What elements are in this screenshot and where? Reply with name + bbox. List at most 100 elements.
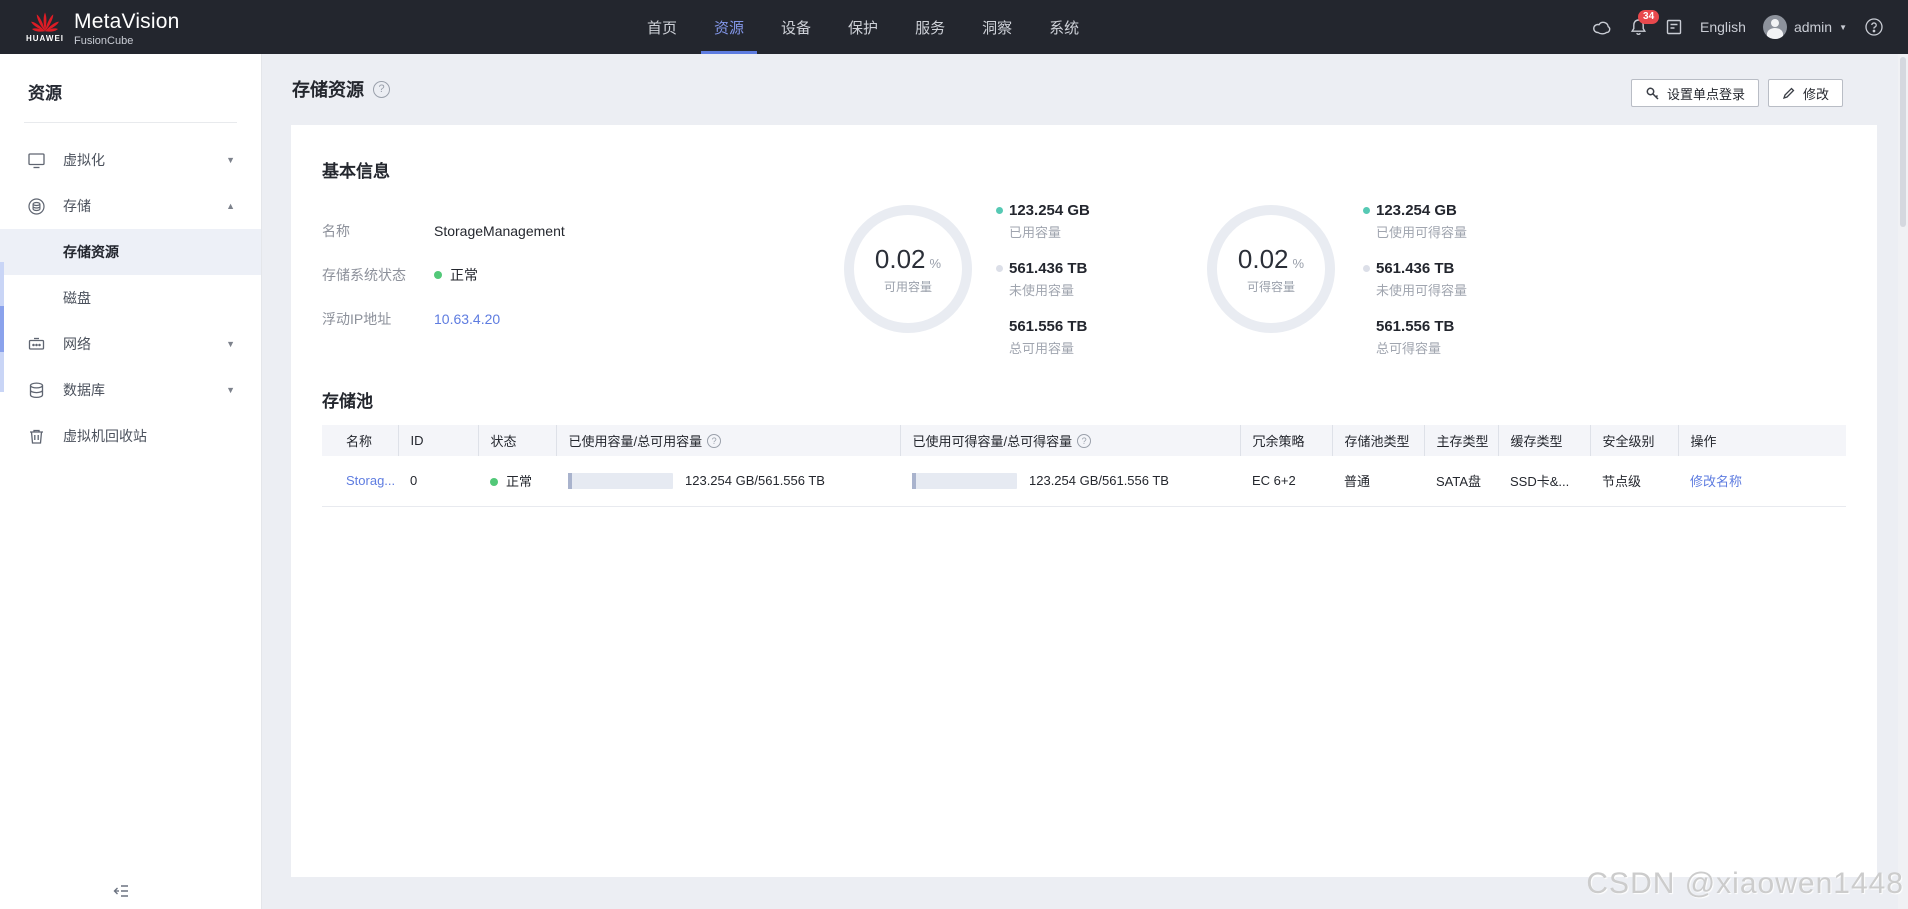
cache-type-cell: SSD卡&...: [1498, 456, 1590, 507]
pool-name-link[interactable]: Storag...: [346, 473, 395, 488]
legend-label: 未使用容量: [1009, 283, 1075, 298]
nav-insight[interactable]: 洞察: [980, 0, 1014, 54]
usable-capacity-cell: 123.254 GB/561.556 TB: [900, 456, 1240, 507]
sidebar-item-virtualization[interactable]: 虚拟化 ▼: [0, 137, 261, 183]
legend-item-total: 561.556 TB 总可用容量: [996, 317, 1090, 358]
legend-value: 561.436 TB: [1009, 260, 1088, 277]
sidebar-item-vm-recycle-bin[interactable]: 虚拟机回收站: [0, 413, 261, 459]
key-icon: [1646, 87, 1659, 100]
col-pool-type[interactable]: 存储池类型: [1331, 425, 1424, 456]
used-dot-icon: [996, 207, 1003, 214]
usable-capacity-progressbar: [912, 472, 1017, 489]
huawei-flower-icon: [31, 12, 59, 32]
legend-item-free: 561.436 TB 未使用容量: [996, 259, 1090, 300]
gauge-percent: 0.02: [874, 243, 926, 274]
legend-label: 总可得容量: [1376, 341, 1442, 356]
col-status[interactable]: 状态: [477, 425, 556, 456]
sidebar-item-database[interactable]: 数据库 ▼: [0, 367, 261, 413]
col-primary-storage[interactable]: 主存类型: [1423, 425, 1498, 456]
network-icon: [27, 335, 46, 354]
sidebar-subitem-label: 磁盘: [63, 290, 91, 306]
user-menu[interactable]: admin ▼: [1762, 15, 1847, 39]
sidebar-subitem-label: 存储资源: [63, 244, 119, 260]
field-system-status: 存储系统状态 正常: [322, 263, 565, 287]
col-used-capacity[interactable]: 已使用容量/总可用容量 ?: [555, 425, 900, 456]
available-capacity-legend: 123.254 GB 已用容量 561.436 TB 未使用容量 561.556…: [996, 201, 1090, 375]
sidebar-item-storage[interactable]: 存储 ▲: [0, 183, 261, 229]
sidebar-item-network[interactable]: 网络 ▼: [0, 321, 261, 367]
obtainable-capacity-legend: 123.254 GB 已使用可得容量 561.436 TB 未使用可得容量 56…: [1363, 201, 1467, 375]
storage-icon: [27, 197, 46, 216]
modify-button[interactable]: 修改: [1767, 79, 1843, 107]
legend-label: 总可用容量: [1009, 341, 1075, 356]
page-title: 存储资源 ?: [292, 76, 390, 102]
col-name[interactable]: 名称: [322, 425, 398, 456]
gauge-label: 可用容量: [883, 279, 932, 294]
legend-label: 已使用可得容量: [1376, 225, 1468, 240]
sidebar-item-disk[interactable]: 磁盘: [0, 275, 261, 321]
no-dot: [1363, 323, 1370, 330]
legend-value: 561.556 TB: [1009, 318, 1088, 335]
scrollbar[interactable]: [1898, 54, 1908, 909]
storage-pool-heading: 存储池: [322, 392, 373, 411]
scrollbar-thumb[interactable]: [1900, 57, 1906, 227]
chevron-down-icon: ▼: [226, 385, 235, 395]
col-cache-type[interactable]: 缓存类型: [1497, 425, 1590, 456]
notification-bell-icon[interactable]: 34: [1629, 10, 1660, 37]
used-dot-icon: [1363, 207, 1370, 214]
sidebar-collapse-icon[interactable]: [112, 883, 129, 899]
brand: HUAWEI MetaVision FusionCube: [26, 7, 180, 47]
nav-home[interactable]: 首页: [645, 0, 679, 54]
col-usable-capacity[interactable]: 已使用可得容量/总可得容量 ?: [899, 425, 1240, 456]
sidebar-item-label: 虚拟化: [63, 152, 105, 168]
modify-button-label: 修改: [1802, 86, 1829, 102]
column-help-icon[interactable]: ?: [707, 433, 722, 448]
top-nav: 首页 资源 设备 保护 服务 洞察 系统: [645, 0, 1081, 54]
top-right-tools: 34 English admin ▼: [1592, 0, 1884, 54]
pencil-icon: [1782, 87, 1795, 100]
nav-resources[interactable]: 资源: [701, 0, 758, 54]
col-redundancy[interactable]: 冗余策略: [1239, 425, 1332, 456]
sidebar-item-label: 网络: [63, 336, 91, 352]
nav-protection[interactable]: 保护: [846, 0, 880, 54]
nav-system[interactable]: 系统: [1047, 0, 1081, 54]
col-id[interactable]: ID: [397, 425, 478, 456]
help-icon[interactable]: [1864, 17, 1884, 37]
trash-icon: [27, 427, 46, 446]
field-label: 存储系统状态: [322, 267, 406, 283]
legend-value: 123.254 GB: [1376, 202, 1457, 219]
sidebar: 资源 虚拟化 ▼ 存储 ▲ 存储资源 磁盘 网络 ▼ 数据库 ▼ 虚拟机回收站: [0, 54, 262, 909]
sidebar-item-storage-resource[interactable]: 存储资源: [0, 229, 261, 275]
legend-item-used: 123.254 GB 已用容量: [996, 201, 1090, 242]
cloud-icon[interactable]: [1592, 18, 1612, 36]
legend-label: 未使用可得容量: [1376, 283, 1468, 298]
page-help-icon[interactable]: ?: [373, 80, 390, 98]
rename-action-link[interactable]: 修改名称: [1690, 474, 1742, 489]
nav-services[interactable]: 服务: [913, 0, 947, 54]
used-capacity-progressbar: [568, 472, 673, 489]
table-header-row: 名称 ID 状态 已使用容量/总可用容量 ? 已使用可得容量/总可得容量 ? 冗…: [322, 425, 1846, 456]
field-label: 名称: [322, 223, 350, 239]
legend-value: 561.556 TB: [1376, 318, 1455, 335]
username: admin: [1793, 19, 1833, 35]
sidebar-item-label: 数据库: [63, 382, 105, 398]
legend-item-used: 123.254 GB 已使用可得容量: [1363, 201, 1467, 242]
obtainable-capacity-gauge: 0.02 % 可得容量: [1207, 205, 1335, 333]
language-switch[interactable]: English: [1700, 19, 1746, 35]
product-subname: FusionCube: [74, 35, 134, 47]
nav-devices[interactable]: 设备: [779, 0, 813, 54]
status-dot-green: [490, 478, 498, 487]
product-name: MetaVision: [74, 10, 180, 33]
active-item-accent: [0, 306, 4, 352]
floating-ip-link[interactable]: 10.63.4.20: [434, 311, 500, 327]
gauge-unit: %: [929, 255, 942, 271]
gauge-unit: %: [1292, 255, 1305, 271]
col-security-level[interactable]: 安全级别: [1589, 425, 1678, 456]
task-log-icon[interactable]: [1665, 18, 1683, 36]
chevron-down-icon: ▼: [226, 339, 235, 349]
sso-button[interactable]: 设置单点登录: [1630, 79, 1759, 107]
sso-button-label: 设置单点登录: [1666, 86, 1745, 102]
pool-id-cell: 0: [398, 456, 478, 507]
status-dot-green: [434, 271, 442, 279]
column-help-icon[interactable]: ?: [1077, 433, 1092, 448]
